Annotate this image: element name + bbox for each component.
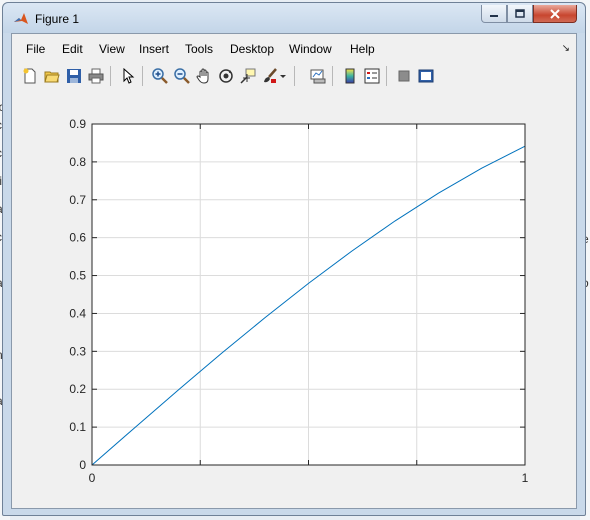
toolbar-separator (386, 66, 387, 86)
show-plot-tools-icon (418, 69, 434, 83)
y-tick-label: 0.1 (69, 420, 86, 434)
brush-button[interactable] (260, 66, 280, 86)
link-plot-button[interactable] (308, 66, 328, 86)
caption-buttons (481, 5, 577, 23)
data-cursor-button[interactable] (238, 66, 258, 86)
zoom-out-button[interactable] (172, 66, 192, 86)
maximize-button[interactable] (507, 5, 533, 23)
hide-plot-tools-icon (398, 70, 410, 82)
insert-legend-button[interactable] (362, 66, 382, 86)
show-plot-tools-button[interactable] (416, 66, 436, 86)
insert-legend-icon (364, 68, 380, 84)
y-tick-label: 0 (79, 458, 86, 472)
save-figure-button[interactable] (64, 66, 84, 86)
close-button[interactable] (533, 5, 577, 23)
menu-desktop[interactable]: Desktop (230, 42, 274, 56)
window-title: Figure 1 (35, 12, 80, 26)
insert-colorbar-icon (345, 68, 355, 84)
menu-bar: File Edit View Insert Tools Desktop Wind… (12, 34, 576, 60)
hide-plot-tools-button[interactable] (394, 66, 414, 86)
y-tick-label: 0.6 (69, 231, 86, 245)
title-bar[interactable]: Figure 1 (3, 3, 585, 33)
edit-plot-icon (123, 68, 135, 84)
pan-button[interactable] (194, 66, 214, 86)
toolbar-separator (294, 66, 295, 86)
brush-dropdown-icon (280, 75, 286, 78)
brush-dropdown-button[interactable] (278, 66, 288, 86)
dock-arrow-icon[interactable]: ↘ (562, 43, 570, 54)
menu-insert[interactable]: Insert (139, 42, 169, 56)
edit-plot-button[interactable] (118, 66, 138, 86)
y-tick-label: 0.8 (69, 155, 86, 169)
rotate-3d-icon (219, 69, 233, 83)
figure-window: Figure 1 File Edit View Insert Tools Des… (2, 2, 586, 516)
link-plot-icon (310, 69, 326, 84)
new-figure-icon (23, 68, 36, 84)
save-figure-icon (67, 69, 81, 83)
x-tick-label: 1 (522, 471, 529, 485)
y-tick-label: 0.7 (69, 193, 86, 207)
toolbar-separator (110, 66, 111, 86)
toolbar-separator (142, 66, 143, 86)
x-tick-label: 0 (89, 471, 96, 485)
close-icon (550, 8, 560, 19)
y-tick-label: 0.3 (69, 344, 86, 358)
open-file-button[interactable] (42, 66, 62, 86)
pan-icon (196, 68, 209, 84)
y-tick-label: 0.9 (69, 117, 86, 131)
y-tick-label: 0.2 (69, 382, 86, 396)
zoom-out-icon (174, 68, 190, 84)
open-file-icon (44, 71, 60, 83)
zoom-in-icon (152, 68, 168, 84)
brush-icon (264, 68, 277, 83)
data-cursor-icon (240, 68, 256, 84)
figure-toolbar (12, 60, 576, 93)
y-tick-label: 0.5 (69, 269, 86, 283)
menu-window[interactable]: Window (289, 42, 332, 56)
menu-file[interactable]: File (26, 42, 45, 56)
figure-canvas: 0 0.1 0.2 0.3 0.4 0.5 0.6 0.7 0.8 0.9 0 1 (12, 92, 576, 508)
zoom-in-button[interactable] (150, 66, 170, 86)
figure-client-area: File Edit View Insert Tools Desktop Wind… (11, 33, 577, 509)
print-figure-icon (88, 68, 104, 84)
menu-edit[interactable]: Edit (62, 42, 83, 56)
new-figure-button[interactable] (20, 66, 40, 86)
line-chart[interactable]: 0 0.1 0.2 0.3 0.4 0.5 0.6 0.7 0.8 0.9 0 1 (12, 92, 576, 508)
print-figure-button[interactable] (86, 66, 106, 86)
minimize-button[interactable] (481, 5, 507, 23)
rotate-3d-button[interactable] (216, 66, 236, 86)
menu-view[interactable]: View (99, 42, 125, 56)
menu-help[interactable]: Help (350, 42, 375, 56)
menu-tools[interactable]: Tools (185, 42, 213, 56)
matlab-logo-icon (14, 13, 28, 24)
toolbar-separator (332, 66, 333, 86)
insert-colorbar-button[interactable] (340, 66, 360, 86)
y-tick-label: 0.4 (69, 306, 86, 320)
maximize-icon (515, 9, 525, 18)
minimize-icon (490, 14, 498, 17)
